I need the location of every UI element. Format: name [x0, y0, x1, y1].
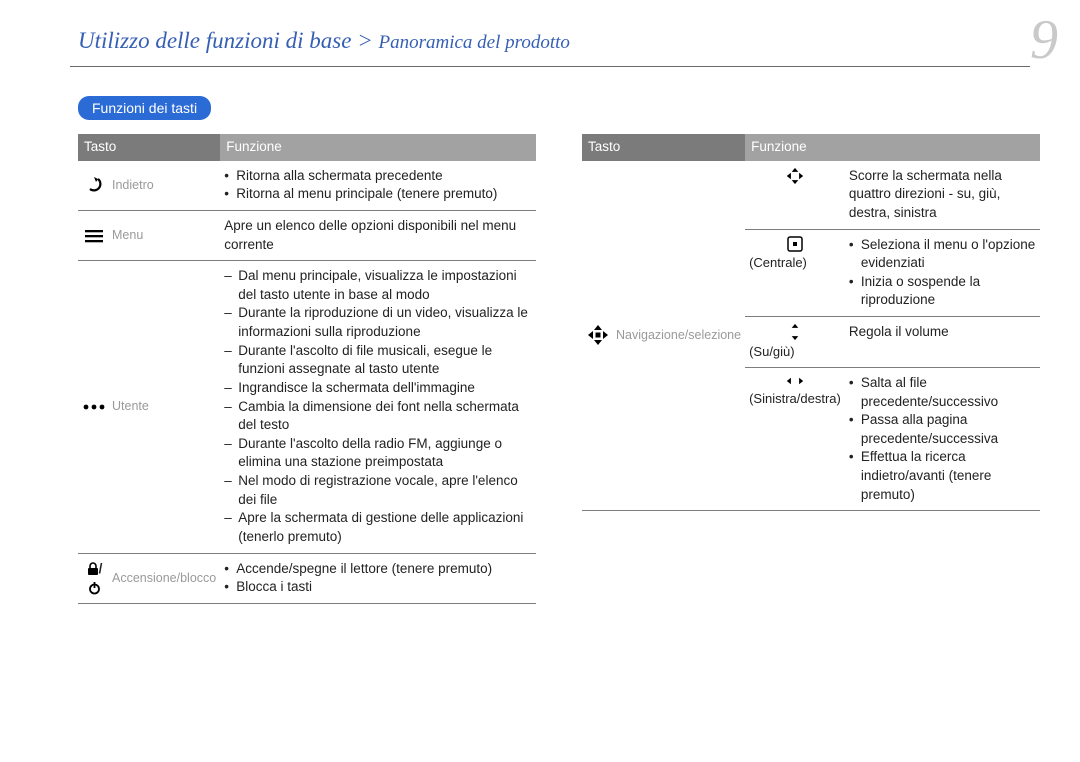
- breadcrumb-main: Utilizzo delle funzioni di base: [78, 28, 351, 53]
- key-functions-table-left: Tasto Funzione Indietro Ritorna alla sch…: [78, 134, 536, 604]
- list-item: Nel modo di registrazione vocale, apre l…: [224, 472, 532, 509]
- list-item: Accende/spegne il lettore (tenere premut…: [224, 560, 532, 579]
- breadcrumb: Utilizzo delle funzioni di base > Panora…: [0, 0, 1080, 64]
- list-item: Blocca i tasti: [224, 578, 532, 597]
- list-item: Cambia la dimensione dei font nella sche…: [224, 398, 532, 435]
- col-header-tasto: Tasto: [78, 134, 220, 161]
- list-item: Seleziona il menu o l'opzione evidenziat…: [849, 236, 1036, 273]
- breadcrumb-sub: Panoramica del prodotto: [378, 32, 569, 53]
- list-item: Passa alla pagina precedente/successiva: [849, 411, 1036, 448]
- dpad-icon: [582, 161, 612, 511]
- list-item: Salta al file precedente/successivo: [849, 374, 1036, 411]
- col-header-funzione: Funzione: [745, 134, 1040, 161]
- list-item: Ingrandisce la schermata dell'immagine: [224, 379, 532, 398]
- user-label: Utente: [108, 261, 220, 553]
- key-functions-table-right: Tasto Funzione Navigazione/selezione Sco…: [582, 134, 1040, 511]
- menu-text: Apre un elenco delle opzioni disponibili…: [220, 210, 536, 260]
- list-item: Inizia o sospende la riproduzione: [849, 273, 1036, 310]
- back-label: Indietro: [108, 161, 220, 211]
- table-row: Indietro Ritorna alla schermata preceden…: [78, 161, 536, 211]
- page-number: 9: [1030, 8, 1058, 72]
- col-header-funzione: Funzione: [220, 134, 536, 161]
- section-title: Funzioni dei tasti: [78, 96, 211, 120]
- breadcrumb-sep: >: [351, 28, 378, 53]
- center-label: (Centrale): [749, 254, 841, 272]
- back-icon: [78, 161, 108, 211]
- updown-text: Regola il volume: [845, 317, 1040, 368]
- dpad-sub-icon: [745, 161, 845, 229]
- center-button-icon: [787, 236, 803, 252]
- leftright-icon: [786, 374, 804, 388]
- power-label: Accensione/blocco: [108, 553, 220, 603]
- updown-label: (Su/giù): [749, 343, 841, 361]
- list-item: Ritorna al menu principale (tenere premu…: [224, 185, 532, 204]
- nav-label: Navigazione/selezione: [612, 161, 745, 511]
- list-item: Dal menu principale, visualizza le impos…: [224, 267, 532, 304]
- table-row: Utente Dal menu principale, visualizza l…: [78, 261, 536, 553]
- list-item: Effettua la ricerca indietro/avanti (ten…: [849, 448, 1036, 504]
- table-row: Menu Apre un elenco delle opzioni dispon…: [78, 210, 536, 260]
- menu-icon: [78, 210, 108, 260]
- list-item: Durante l'ascolto di file musicali, eseg…: [224, 342, 532, 379]
- menu-label: Menu: [108, 210, 220, 260]
- leftright-label: (Sinistra/destra): [749, 390, 841, 408]
- lock-power-icon: /: [78, 553, 108, 603]
- table-row: Navigazione/selezione Scorre la schermat…: [582, 161, 1040, 229]
- col-header-tasto: Tasto: [582, 134, 745, 161]
- list-item: Durante l'ascolto della radio FM, aggiun…: [224, 435, 532, 472]
- table-row: / Accensione/blocco Accende/spegne il le…: [78, 553, 536, 603]
- updown-icon: [787, 323, 803, 341]
- list-item: Apre la schermata di gestione delle appl…: [224, 509, 532, 546]
- list-item: Durante la riproduzione di un video, vis…: [224, 304, 532, 341]
- user-icon: [78, 261, 108, 553]
- list-item: Ritorna alla schermata precedente: [224, 167, 532, 186]
- dpad-text: Scorre la schermata nella quattro direzi…: [845, 161, 1040, 229]
